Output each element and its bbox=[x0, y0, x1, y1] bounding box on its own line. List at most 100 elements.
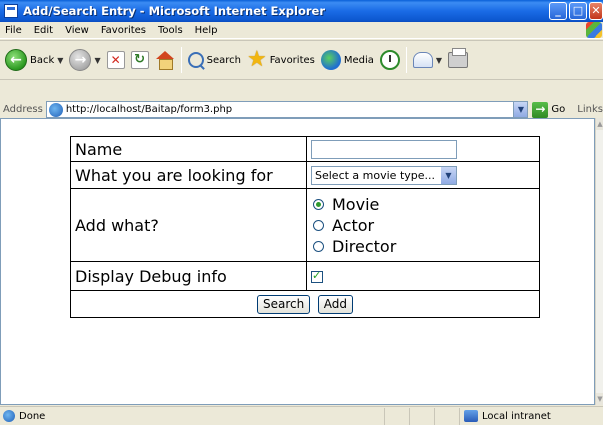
menu-help[interactable]: Help bbox=[189, 25, 224, 36]
back-label: Back bbox=[30, 54, 55, 66]
forward-arrow-icon bbox=[69, 49, 92, 71]
search-label: Search bbox=[206, 54, 241, 66]
window-title-bar[interactable]: Add/Search Entry - Microsoft Internet Ex… bbox=[0, 0, 603, 22]
maximize-button[interactable]: □ bbox=[569, 2, 587, 20]
window-title: Add/Search Entry - Microsoft Internet Ex… bbox=[23, 4, 326, 18]
add-what-label: Add what? bbox=[70, 188, 307, 262]
home-button[interactable] bbox=[152, 45, 178, 75]
page-content: Name What you are looking for Select a m… bbox=[0, 118, 595, 405]
name-cell bbox=[306, 136, 540, 162]
menu-favorites[interactable]: Favorites bbox=[95, 25, 152, 36]
radio-director[interactable] bbox=[313, 240, 324, 252]
status-text: Done bbox=[19, 410, 46, 422]
name-input[interactable] bbox=[311, 139, 457, 159]
home-icon bbox=[155, 51, 175, 70]
radio-actor[interactable] bbox=[313, 219, 324, 231]
looking-for-cell: Select a movie type... ▼ bbox=[306, 161, 540, 189]
go-arrow-icon: → bbox=[532, 101, 549, 118]
back-arrow-icon bbox=[5, 49, 27, 71]
entry-form-table: Name What you are looking for Select a m… bbox=[70, 136, 540, 318]
stop-icon bbox=[106, 51, 125, 69]
name-label: Name bbox=[70, 136, 307, 162]
stop-button[interactable] bbox=[104, 45, 128, 75]
debug-cell bbox=[306, 261, 540, 291]
looking-for-row: What you are looking for Select a movie … bbox=[70, 161, 540, 189]
debug-checkbox[interactable] bbox=[311, 269, 323, 283]
back-button[interactable]: Back ▼ bbox=[2, 45, 66, 75]
security-zone: Local intranet bbox=[459, 407, 591, 425]
add-submit-button[interactable]: Add bbox=[317, 294, 353, 314]
favorites-label: Favorites bbox=[269, 54, 315, 66]
movie-type-select[interactable]: Select a movie type... ▼ bbox=[311, 165, 457, 185]
forward-dropdown-icon[interactable]: ▼ bbox=[94, 56, 100, 65]
forward-button[interactable]: ▼ bbox=[66, 45, 103, 75]
status-pane bbox=[384, 407, 409, 425]
address-label: Address bbox=[3, 104, 43, 115]
add-what-row: Add what? Movie Actor Director bbox=[70, 188, 540, 262]
media-button[interactable]: Media bbox=[318, 45, 377, 75]
radio-movie[interactable] bbox=[313, 198, 324, 210]
mail-button[interactable]: ▼ bbox=[410, 45, 445, 75]
local-intranet-icon bbox=[464, 410, 478, 422]
media-icon bbox=[320, 50, 341, 70]
ie-window-icon[interactable] bbox=[4, 4, 18, 18]
refresh-button[interactable] bbox=[128, 45, 152, 75]
menu-file[interactable]: File bbox=[0, 25, 28, 36]
status-bar: Done Local intranet bbox=[0, 406, 603, 425]
back-dropdown-icon[interactable]: ▼ bbox=[57, 56, 63, 65]
windows-logo-icon bbox=[586, 22, 602, 38]
radio-option-actor[interactable]: Actor bbox=[311, 215, 535, 236]
status-pane bbox=[409, 407, 434, 425]
favorites-button[interactable]: ★ Favorites bbox=[244, 45, 318, 75]
zone-label: Local intranet bbox=[482, 410, 551, 422]
mail-icon bbox=[412, 52, 433, 68]
debug-label: Display Debug info bbox=[70, 261, 307, 291]
mail-dropdown-icon[interactable]: ▼ bbox=[436, 56, 442, 65]
address-field[interactable]: http://localhost/Baitap/form3.php ▼ bbox=[45, 101, 529, 118]
select-dropdown-icon[interactable]: ▼ bbox=[441, 166, 456, 184]
radio-option-director[interactable]: Director bbox=[311, 236, 535, 257]
go-label: Go bbox=[551, 104, 566, 115]
search-submit-button[interactable]: Search bbox=[257, 294, 311, 314]
media-label: Media bbox=[343, 54, 374, 66]
movie-type-selected: Select a movie type... bbox=[315, 168, 436, 182]
debug-row: Display Debug info bbox=[70, 261, 540, 291]
name-row: Name bbox=[70, 136, 540, 162]
menu-view[interactable]: View bbox=[59, 25, 95, 36]
scroll-down-icon[interactable]: ▼ bbox=[596, 393, 603, 405]
menu-tools[interactable]: Tools bbox=[152, 25, 189, 36]
status-pane bbox=[434, 407, 459, 425]
minimize-button[interactable]: _ bbox=[549, 2, 567, 20]
address-bar: Address http://localhost/Baitap/form3.ph… bbox=[0, 101, 603, 118]
page-icon bbox=[48, 102, 63, 117]
close-button[interactable]: ✕ bbox=[589, 2, 603, 20]
menu-edit[interactable]: Edit bbox=[28, 25, 59, 36]
links-button[interactable]: Links bbox=[577, 104, 603, 115]
address-dropdown-icon[interactable]: ▼ bbox=[513, 102, 528, 117]
print-button[interactable] bbox=[445, 45, 471, 75]
history-button[interactable] bbox=[377, 45, 403, 75]
radio-director-label: Director bbox=[332, 236, 397, 256]
radio-option-movie[interactable]: Movie bbox=[311, 194, 535, 215]
search-button[interactable]: Search bbox=[185, 45, 244, 75]
radio-actor-label: Actor bbox=[332, 215, 375, 235]
address-url[interactable]: http://localhost/Baitap/form3.php bbox=[66, 104, 514, 115]
search-icon bbox=[187, 52, 204, 68]
standard-toolbar: Back ▼ ▼ Search ★ Favorites Media ▼ bbox=[0, 40, 603, 80]
history-clock-icon bbox=[379, 50, 400, 70]
toolbar-separator bbox=[405, 47, 407, 73]
vertical-scrollbar[interactable]: ▲ ▼ bbox=[595, 118, 603, 405]
buttons-row: Search Add bbox=[70, 290, 540, 318]
add-what-cell: Movie Actor Director bbox=[306, 188, 540, 262]
go-button[interactable]: → Go bbox=[532, 101, 566, 118]
refresh-icon bbox=[130, 51, 149, 69]
scroll-up-icon[interactable]: ▲ bbox=[596, 118, 603, 130]
looking-for-label: What you are looking for bbox=[70, 161, 307, 189]
printer-icon bbox=[448, 48, 469, 68]
toolbar-separator bbox=[180, 47, 182, 73]
buttons-cell: Search Add bbox=[70, 290, 540, 318]
radio-movie-label: Movie bbox=[332, 194, 380, 214]
favorites-star-icon: ★ bbox=[246, 47, 267, 72]
page-done-icon bbox=[3, 410, 15, 422]
menu-bar: File Edit View Favorites Tools Help bbox=[0, 22, 603, 39]
